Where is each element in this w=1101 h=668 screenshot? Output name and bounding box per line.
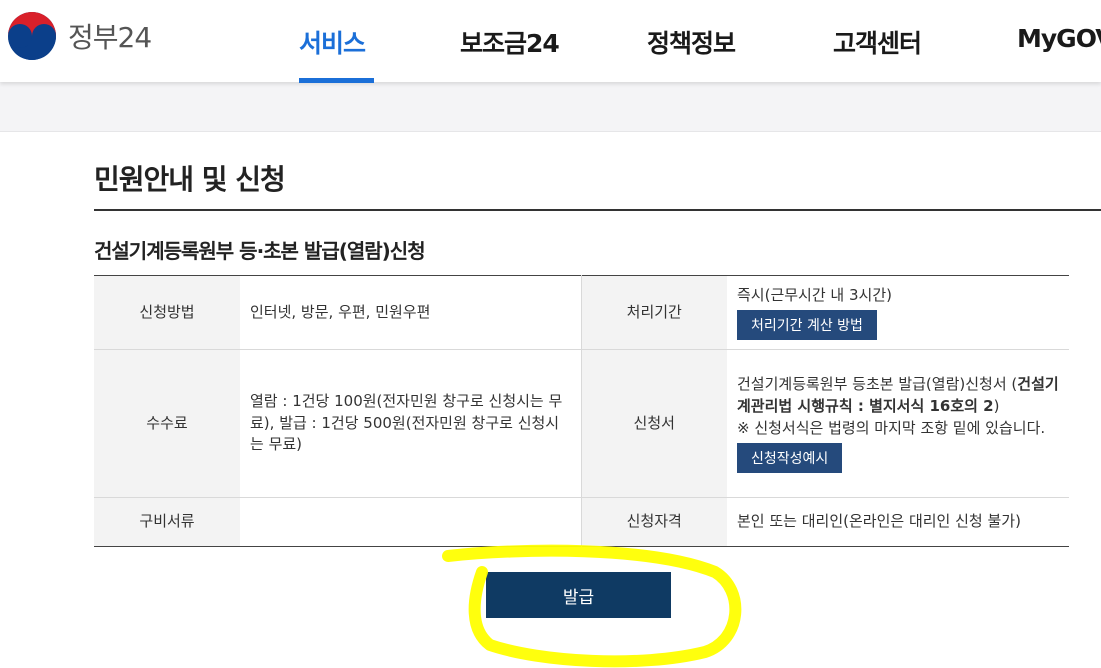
period-calc-button[interactable]: 처리기간 계산 방법 [737, 309, 877, 340]
logo-text: 정부24 [68, 21, 152, 54]
title-divider [94, 209, 1101, 211]
form-note: ※ 신청서식은 법령의 마지막 조항 밑에 있습니다. [737, 418, 1046, 437]
period-cell: 즉시(근무시간 내 3시간) 처리기간 계산 방법 [727, 275, 1069, 350]
period-value: 즉시(근무시간 내 3시간) [737, 286, 892, 305]
page-title: 민원안내 및 신청 [94, 163, 286, 196]
nav-subsidy24[interactable]: 보조금24 [460, 24, 560, 60]
nav-active-indicator [299, 78, 374, 83]
taegeuk-logo-icon [8, 12, 56, 60]
method-label: 신청방법 [94, 275, 240, 350]
docs-label: 구비서류 [94, 497, 240, 547]
form-example-button[interactable]: 신청작성예시 [737, 442, 843, 473]
fee-label: 수수료 [94, 349, 240, 498]
period-label: 처리기간 [580, 275, 727, 350]
section-title: 건설기계등록원부 등·초본 발급(열람)신청 [94, 239, 426, 263]
service-info-table: 신청방법 인터넷, 방문, 우편, 민원우편 처리기간 즉시(근무시간 내 3시… [94, 275, 1069, 547]
nav-mygov[interactable]: MyGOV [1017, 24, 1101, 53]
form-value-plain: 건설기계등록원부 등초본 발급(열람)신청서 ( [737, 375, 1018, 394]
method-value: 인터넷, 방문, 우편, 민원우편 [240, 275, 581, 350]
issue-button[interactable]: 발급 [486, 572, 671, 618]
fee-value: 열람 : 1건당 100원(전자민원 창구로 신청시는 무료), 발급 : 1건… [240, 349, 581, 498]
table-row: 구비서류 신청자격 본인 또는 대리인(온라인은 대리인 신청 불가) [94, 497, 1069, 547]
logo[interactable]: 정부24 [6, 10, 152, 62]
docs-value [240, 498, 581, 547]
nav-services[interactable]: 서비스 [299, 24, 366, 60]
form-cell: 건설기계등록원부 등초본 발급(열람)신청서 (건설기계관리법 시행규칙 : 별… [727, 349, 1069, 498]
subheader-band [0, 82, 1101, 132]
form-description: 건설기계등록원부 등초본 발급(열람)신청서 (건설기계관리법 시행규칙 : 별… [737, 374, 1059, 418]
form-value-close: ) [993, 397, 1000, 416]
nav-policy-info[interactable]: 정책정보 [647, 24, 736, 60]
table-row: 수수료 열람 : 1건당 100원(전자민원 창구로 신청시는 무료), 발급 … [94, 349, 1069, 498]
form-label: 신청서 [580, 349, 727, 498]
qualification-label: 신청자격 [580, 497, 727, 547]
site-header: 정부24 서비스 보조금24 정책정보 고객센터 MyGOV [0, 0, 1101, 83]
table-row: 신청방법 인터넷, 방문, 우편, 민원우편 처리기간 즉시(근무시간 내 3시… [94, 275, 1069, 350]
qualification-value: 본인 또는 대리인(온라인은 대리인 신청 불가) [737, 512, 1021, 531]
nav-customer-center[interactable]: 고객센터 [833, 24, 922, 60]
